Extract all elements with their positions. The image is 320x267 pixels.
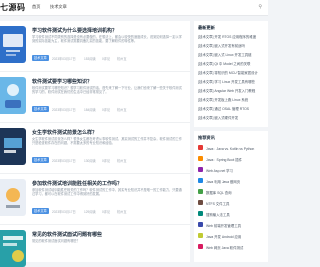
post-title[interactable]: 常见的软件测试面试问题有哪些 xyxy=(32,231,102,238)
category-badge[interactable]: 技术文章 xyxy=(32,55,49,61)
app-icon xyxy=(198,145,203,150)
recommended-item[interactable]: Java：Java vs. Kotlin vs Python xyxy=(198,144,266,152)
category-badge[interactable]: 技术文章 xyxy=(32,106,49,112)
recommended-item[interactable]: Java 开发 Android 应用 xyxy=(198,232,266,240)
site-logo[interactable]: 七源码 xyxy=(0,2,26,13)
recommended-label: Java 开发 Android 应用 xyxy=(206,234,242,239)
recommended-label: Web 前端开发管理工具 xyxy=(206,223,241,228)
recommended-panel: 推荐资讯 Java：Java vs. Kotlin vs Python Java… xyxy=(194,131,268,262)
recommended-label: Java：Java vs. Kotlin vs Python xyxy=(206,146,255,151)
latest-link[interactable]: [技术文章] 嵌入式硬件开发 xyxy=(198,115,266,120)
post-comments: 0评论 xyxy=(102,108,111,112)
search-icon[interactable]: ⚲ xyxy=(258,4,262,10)
recommended-item[interactable]: 搜狗输入法工具 xyxy=(198,210,266,218)
app-icon xyxy=(198,200,203,205)
post-thumbnail[interactable] xyxy=(0,128,26,165)
thumbnail-art-icon xyxy=(6,188,20,208)
list-item[interactable]: 软件测试要学习哪些知识？ 软件测试要学习哪些知识？想学习软件测试的话，首先来了解… xyxy=(0,72,190,123)
post-title[interactable]: 女生学软件测试前景怎么样？ xyxy=(32,129,97,136)
list-item[interactable]: 学习软件测试为什么要选择培训机构？ 学习软件测试不同类别的选择是没有必要做的，在… xyxy=(0,21,190,72)
recommended-item[interactable]: Web Asp.net 学习 xyxy=(198,166,266,174)
app-icon xyxy=(198,244,203,249)
post-author: 杭州互 xyxy=(117,210,127,214)
post-excerpt: 女生学软件测试前景怎么样？很多女生都在考虑从事软件测试，其实测试的工作并不复杂，… xyxy=(32,137,182,146)
post-excerpt: 参加软件测试培训能胜任相关的工作吗？软件测试的工作中，其实专业知识并不是唯一的工… xyxy=(32,188,182,197)
post-views: 129阅读 xyxy=(84,210,96,214)
latest-link[interactable]: [技术文章] 学习 Linux 开发工具有哪些 xyxy=(198,79,266,84)
thumbnail-art-icon xyxy=(4,138,22,153)
post-title[interactable]: 参加软件测试培训能胜任相关的工作吗？ xyxy=(32,180,122,187)
latest-link[interactable]: [技术文章] 开发板上跑 Linux 系统 xyxy=(198,97,266,102)
recommended-item[interactable]: 数据库 SQL 查询 xyxy=(198,188,266,196)
thumbnail-art-icon xyxy=(5,84,21,108)
latest-heading: 最新更新 xyxy=(198,25,215,30)
app-icon xyxy=(198,189,203,194)
post-meta: 技术文章 2023年03月17日 130阅读 0评论 杭州互 xyxy=(32,157,187,164)
recommended-item[interactable]: NTFS 文件工具 xyxy=(198,199,266,207)
top-bar: 七源码 首页 技术文章 ⚲ xyxy=(0,0,268,16)
thumbnail-art-icon xyxy=(3,236,24,262)
app-icon xyxy=(198,167,203,172)
thumbnail-art-icon xyxy=(3,34,23,56)
post-thumbnail[interactable] xyxy=(0,179,26,216)
category-badge[interactable]: 技术文章 xyxy=(32,208,49,214)
post-title[interactable]: 学习软件测试为什么要选择培训机构？ xyxy=(32,27,117,34)
post-comments: 0评论 xyxy=(102,57,111,61)
latest-link[interactable]: [技术文章] 嵌入式 Linux 开发工具链 xyxy=(198,52,266,57)
latest-link[interactable]: [技术文章] Qt 中 Model 之间的关联 xyxy=(198,61,266,66)
post-meta: 技术文章 2023年03月17日 184阅读 0评论 杭州互 xyxy=(32,106,187,113)
post-title[interactable]: 软件测试要学习哪些知识？ xyxy=(32,78,92,85)
latest-link[interactable]: [技术文章] Angular Web 开发入门教程 xyxy=(198,88,266,93)
post-comments: 0评论 xyxy=(102,210,111,214)
post-list: 学习软件测试为什么要选择培训机构？ 学习软件测试不同类别的选择是没有必要做的，在… xyxy=(0,21,190,267)
recommended-item[interactable]: Java：Spring Boot 插件 xyxy=(198,155,266,163)
latest-updates-panel: 最新更新 [技术文章] 开发 RTOS 应用程序的难度 [技术文章] 嵌入式开发… xyxy=(194,21,268,127)
app-icon xyxy=(198,233,203,238)
latest-link[interactable]: [技术文章] 嵌入式开发有前途吗 xyxy=(198,43,266,48)
post-date: 2023年03月17日 xyxy=(52,159,76,163)
latest-link[interactable]: [技术文章] 零知识的 MCU 智能家居设计 xyxy=(198,70,266,75)
post-comments: 0评论 xyxy=(102,159,111,163)
post-date: 2023年03月17日 xyxy=(52,57,76,61)
recommended-label: Java：Spring Boot 插件 xyxy=(206,157,242,162)
recommended-label: Web 网页 Java 软件测试 xyxy=(206,245,244,250)
post-excerpt: 常见的软件测试面试问题有哪些？ xyxy=(32,239,80,243)
list-item[interactable]: 常见的软件测试面试问题有哪些 常见的软件测试面试问题有哪些？ xyxy=(0,225,190,267)
post-excerpt: 软件测试要学习哪些知识？想学习软件测试的话，首先来了解一下行业，让我们也来了解一… xyxy=(32,86,182,95)
category-badge[interactable]: 技术文章 xyxy=(32,157,49,163)
post-thumbnail[interactable] xyxy=(0,230,26,267)
list-item[interactable]: 女生学软件测试前景怎么样？ 女生学软件测试前景怎么样？很多女生都在考虑从事软件测… xyxy=(0,123,190,174)
post-thumbnail[interactable] xyxy=(0,77,26,114)
post-author: 杭州互 xyxy=(117,108,127,112)
recommended-item[interactable]: Web 网页 Java 软件测试 xyxy=(198,243,266,251)
recommended-label: 搜狗输入法工具 xyxy=(206,212,230,217)
post-excerpt: 学习软件测试不同类别的选择是没有必要做的，在想法上，都会以较快的速度成长，说到如… xyxy=(32,35,182,44)
post-date: 2023年03月17日 xyxy=(52,210,76,214)
recommended-label: 数据库 SQL 查询 xyxy=(206,190,232,195)
latest-link[interactable]: [技术文章] 开发 RTOS 应用程序的难度 xyxy=(198,34,266,39)
post-meta: 技术文章 2023年03月17日 153阅读 0评论 杭州互 xyxy=(32,55,187,62)
recommended-item[interactable]: Web 前端开发管理工具 xyxy=(198,221,266,229)
app-icon xyxy=(198,178,203,183)
recommended-label: NTFS 文件工具 xyxy=(206,201,230,206)
app-icon xyxy=(198,222,203,227)
post-date: 2023年03月17日 xyxy=(52,108,76,112)
post-author: 杭州互 xyxy=(117,57,127,61)
list-item[interactable]: 参加软件测试培训能胜任相关的工作吗？ 参加软件测试培训能胜任相关的工作吗？软件测… xyxy=(0,174,190,225)
recommended-item[interactable]: Java 利用 Java 做网页 xyxy=(198,177,266,185)
latest-link[interactable]: [技术文章] 通过 OSAL 管理 RTOS xyxy=(198,106,266,111)
recommended-heading: 推荐资讯 xyxy=(198,135,215,140)
app-icon xyxy=(198,211,203,216)
nav-home[interactable]: 首页 xyxy=(32,4,40,10)
post-thumbnail[interactable] xyxy=(0,26,26,63)
recommended-label: Java 利用 Java 做网页 xyxy=(206,179,241,184)
post-views: 153阅读 xyxy=(84,57,96,61)
post-meta: 技术文章 2023年03月17日 129阅读 0评论 杭州互 xyxy=(32,208,187,215)
post-views: 130阅读 xyxy=(84,159,96,163)
app-icon xyxy=(198,156,203,161)
recommended-label: Web Asp.net 学习 xyxy=(206,168,233,173)
nav-articles[interactable]: 技术文章 xyxy=(50,4,67,10)
post-views: 184阅读 xyxy=(84,108,96,112)
post-author: 杭州互 xyxy=(117,159,127,163)
